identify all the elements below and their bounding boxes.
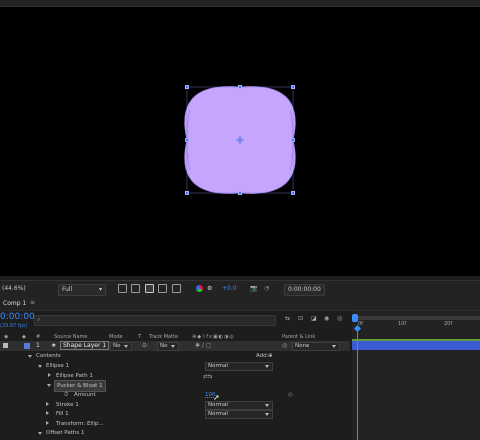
transform-handle-br[interactable]	[291, 191, 295, 195]
timeline-track-area[interactable]: 0f 10f 20f	[352, 311, 480, 440]
pucker-bloat-1-row[interactable]: Pucker & Bloat 1	[0, 380, 350, 392]
expression-pickwhip-icon[interactable]: ◎	[288, 390, 293, 400]
contents-label: Contents	[36, 353, 61, 359]
frame-rate-label: (29.97 fps)	[0, 323, 28, 329]
layer-search-input[interactable]: ⌕	[34, 315, 276, 326]
collapse-triangle-icon[interactable]	[46, 402, 49, 406]
region-of-interest-icon[interactable]	[158, 284, 167, 293]
row-label: Offset Paths 1	[46, 430, 85, 436]
shape-canvas[interactable]	[0, 0, 480, 276]
search-icon: ⌕	[37, 316, 41, 323]
snapshot-camera-icon[interactable]: 📷	[250, 284, 257, 294]
pickwhip-icon[interactable]: ◎	[282, 342, 287, 349]
timeline-header: 0:00:00 (29.97 fps) ⌕ ⇆ ⊡ ◪ ◉ ◎	[0, 311, 350, 333]
timeline-tab-bar: Comp 1 ≡	[0, 298, 480, 311]
transform-handle-tr[interactable]	[291, 85, 295, 89]
transform-handle-tl[interactable]	[185, 85, 189, 89]
timeline-column-headers: ◉ ◆ # Source Name Mode T Track Matte ⊕◆∖…	[0, 333, 350, 341]
track-matte-dropdown[interactable]: No	[157, 342, 179, 351]
settings-gear-icon[interactable]: ⚙	[207, 284, 212, 294]
switches-icons: ⊕◆∖fx▣◐◑◎	[192, 334, 235, 340]
av-features-icon: ◉	[4, 334, 9, 340]
mask-visibility-icon[interactable]	[145, 284, 154, 293]
current-time-indicator-value[interactable]: 0:00:00	[0, 312, 35, 322]
parent-dropdown[interactable]: None	[292, 342, 340, 351]
resolution-dropdown[interactable]: Full ▾	[58, 284, 106, 296]
ellipse-1-row[interactable]: Ellipse 1 Normal	[0, 361, 350, 371]
transform-handle-tc[interactable]	[238, 85, 242, 89]
ruler-label: 20f	[444, 321, 453, 327]
layer-mode-dropdown[interactable]: No	[110, 342, 132, 351]
label-color-icon: ◆	[22, 334, 26, 340]
shy-layers-icon[interactable]: ◪	[311, 315, 317, 322]
tab-comp-1[interactable]: Comp 1	[3, 300, 26, 307]
panel-menu-icon[interactable]: ≡	[30, 299, 35, 306]
expand-triangle-icon[interactable]	[47, 384, 51, 387]
playhead-line[interactable]	[357, 328, 358, 440]
stopwatch-icon[interactable]: ⏱	[64, 390, 68, 400]
comp-mini-flowchart-icon[interactable]: ⇆	[285, 315, 290, 322]
transform-handle-mr[interactable]	[291, 138, 295, 142]
column-t: T	[138, 334, 142, 340]
show-snapshot-icon[interactable]: ◔	[264, 284, 269, 294]
chevron-down-icon: ▾	[98, 286, 102, 293]
zoom-level-dropdown[interactable]: (44.6%)	[2, 284, 26, 294]
row-label: Fill 1	[56, 411, 69, 417]
composition-viewer[interactable]	[0, 0, 480, 276]
column-source-name[interactable]: Source Name	[54, 334, 88, 340]
motion-blur-icon[interactable]: ◎	[337, 315, 342, 322]
layer-switches[interactable]: ✱ / ▢	[195, 342, 212, 349]
shape-layer-star-icon: ★	[51, 342, 57, 349]
work-area-bar[interactable]	[352, 316, 480, 320]
transparency-grid-icon[interactable]	[131, 284, 140, 293]
expand-triangle-icon[interactable]	[38, 432, 42, 435]
draft-3d-icon[interactable]: ⊡	[298, 315, 303, 322]
exposure-value[interactable]: +0.0	[222, 284, 237, 294]
ruler-label: 10f	[398, 321, 407, 327]
expand-triangle-icon[interactable]	[28, 355, 32, 358]
column-number: #	[36, 334, 41, 340]
offset-paths-1-row[interactable]: Offset Paths 1	[0, 428, 350, 438]
current-time-display[interactable]: 0:00:00:00	[284, 284, 325, 296]
transform-handle-bc[interactable]	[238, 191, 242, 195]
fast-previews-icon[interactable]	[118, 284, 127, 293]
matte-icon: ⊙	[142, 342, 148, 349]
collapse-triangle-icon[interactable]	[48, 373, 51, 377]
grid-guides-icon[interactable]	[172, 284, 181, 293]
layer-label-color[interactable]	[24, 343, 30, 349]
collapse-triangle-icon[interactable]	[46, 411, 49, 415]
collapse-triangle-icon[interactable]	[46, 421, 49, 425]
frame-blending-icon[interactable]: ◉	[324, 315, 329, 322]
video-toggle-icon[interactable]	[3, 343, 8, 348]
blend-mode-dropdown[interactable]: Normal	[205, 410, 273, 419]
contents-row[interactable]: Contents Add: ⊕	[0, 351, 350, 361]
add-plus-icon[interactable]: ⊕	[268, 351, 273, 361]
layer-index: 1	[36, 342, 40, 349]
viewer-toolbar: (44.6%) Full ▾ ⚙ +0.0 📷 ◔ 0:00:00:00	[0, 280, 480, 298]
layer-row-shape-layer-1[interactable]: 1 ★ Shape Layer 1 No No ⊙ ✱ / ▢ ◎ None	[0, 341, 350, 351]
column-track-matte: Track Matte	[149, 334, 179, 340]
fill-1-row[interactable]: Fill 1 Normal	[0, 409, 350, 419]
layer-duration-bar[interactable]	[352, 341, 480, 350]
blend-mode-dropdown[interactable]: Normal	[205, 362, 273, 371]
color-channel-icon[interactable]	[196, 285, 203, 292]
add-label: Add:	[256, 353, 269, 359]
transform-handle-ml[interactable]	[185, 138, 189, 142]
resolution-label: Full	[62, 286, 73, 293]
amount-row[interactable]: ⏱ Amount 100 ➚ ◎	[0, 390, 350, 402]
layer-name[interactable]: Shape Layer 1	[60, 341, 110, 350]
expand-triangle-icon[interactable]	[38, 365, 42, 368]
column-parent-link: Parent & Link	[282, 334, 316, 340]
row-label: Amount	[74, 392, 96, 398]
column-mode: Mode	[109, 334, 123, 340]
row-label: Ellipse 1	[46, 363, 70, 369]
transform-handle-bl[interactable]	[185, 191, 189, 195]
